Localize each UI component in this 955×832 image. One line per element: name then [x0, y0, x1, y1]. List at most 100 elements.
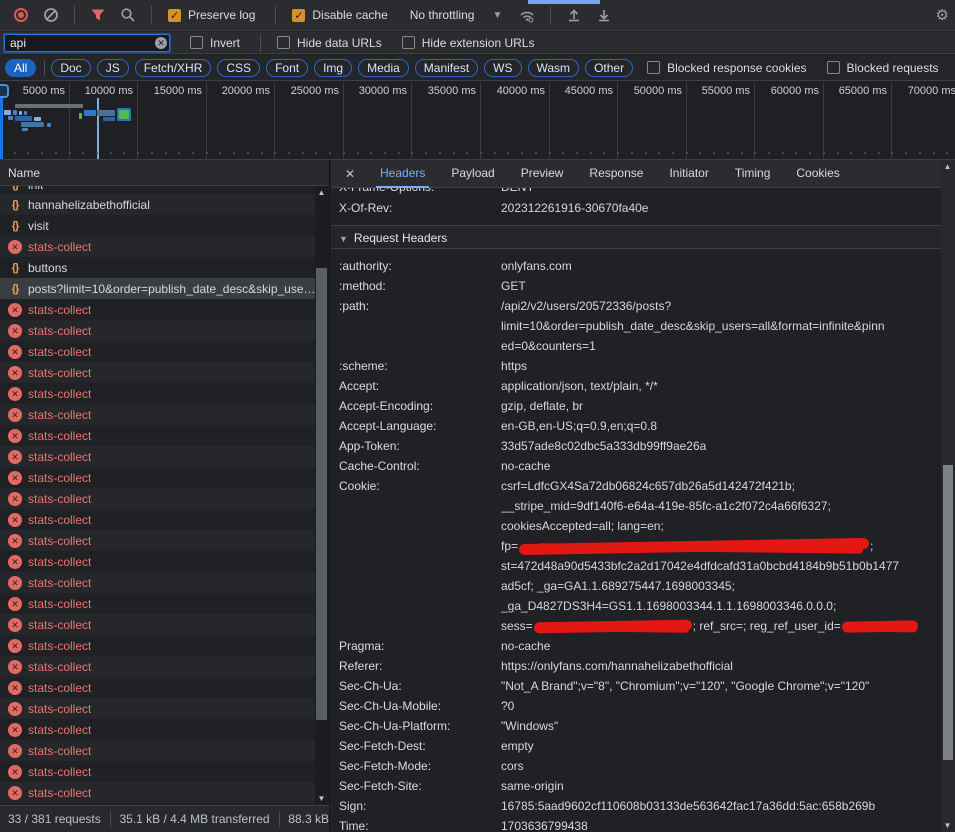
tab-timing[interactable]: Timing [731, 160, 775, 188]
request-row-stats-collect[interactable]: ✕stats-collect [0, 740, 316, 761]
tab-payload[interactable]: Payload [447, 160, 498, 188]
request-row-stats-collect[interactable]: ✕stats-collect [0, 446, 316, 467]
preserve-log-toggle[interactable]: Preserve log [168, 8, 259, 22]
tab-cookies[interactable]: Cookies [792, 160, 843, 188]
request-list-scrollbar[interactable]: ▲ ▼ [315, 186, 328, 805]
overview-minor-tick [713, 152, 715, 154]
request-row-stats-collect[interactable]: ✕stats-collect [0, 299, 316, 320]
scroll-down-icon[interactable]: ▼ [315, 794, 328, 803]
request-row-stats-collect[interactable]: ✕stats-collect [0, 236, 316, 257]
request-row-stats-collect[interactable]: ✕stats-collect [0, 488, 316, 509]
record-button[interactable] [10, 4, 32, 26]
waterfall-bar [84, 110, 96, 116]
error-icon: ✕ [8, 387, 22, 401]
tab-response[interactable]: Response [585, 160, 647, 188]
type-filter-other[interactable]: Other [585, 59, 633, 77]
hide-extension-urls-toggle[interactable]: Hide extension URLs [402, 36, 539, 50]
request-row-stats-collect[interactable]: ✕stats-collect [0, 572, 316, 593]
request-row-stats-collect[interactable]: ✕stats-collect [0, 530, 316, 551]
type-filter-img[interactable]: Img [314, 59, 352, 77]
tab-initiator[interactable]: Initiator [665, 160, 712, 188]
request-row-stats-collect[interactable]: ✕stats-collect [0, 782, 316, 803]
type-filter-wasm[interactable]: Wasm [528, 59, 580, 77]
request-row-stats-collect[interactable]: ✕stats-collect [0, 656, 316, 677]
scroll-up-icon[interactable]: ▲ [941, 162, 954, 171]
request-row-stats-collect[interactable]: ✕stats-collect [0, 551, 316, 572]
request-row-visit[interactable]: {}visit [0, 215, 316, 236]
settings-gear-icon[interactable]: ⚙ [936, 6, 949, 24]
hide-extension-urls-checkbox[interactable] [402, 36, 415, 49]
name-column-header[interactable]: Name [0, 160, 329, 186]
request-row-stats-collect[interactable]: ✕stats-collect [0, 593, 316, 614]
toggle-blocked-response-cookies[interactable]: Blocked response cookies [647, 61, 810, 75]
filter-button[interactable] [87, 4, 109, 26]
overview-gridline [480, 82, 481, 160]
network-conditions-icon [518, 7, 536, 23]
disable-cache-checkbox[interactable] [292, 9, 305, 22]
scroll-up-icon[interactable]: ▲ [315, 188, 328, 197]
overview-minor-tick [302, 152, 304, 154]
throttling-select[interactable]: No throttling ▼ [410, 8, 503, 22]
header-value: ?0 [501, 696, 941, 716]
tab-headers[interactable]: Headers [376, 160, 429, 188]
filter-search-input[interactable] [4, 34, 170, 52]
export-har-button[interactable] [593, 4, 615, 26]
request-row-stats-collect[interactable]: ✕stats-collect [0, 425, 316, 446]
type-filter-fetch-xhr[interactable]: Fetch/XHR [135, 59, 212, 77]
type-filter-doc[interactable]: Doc [51, 59, 90, 77]
request-row-stats-collect[interactable]: ✕stats-collect [0, 404, 316, 425]
detail-scrollbar[interactable]: ▲ ▼ [941, 160, 955, 832]
type-filter-css[interactable]: CSS [217, 59, 260, 77]
request-row-stats-collect[interactable]: ✕stats-collect [0, 677, 316, 698]
request-row-stats-collect[interactable]: ✕stats-collect [0, 614, 316, 635]
overview-handle[interactable] [0, 84, 9, 98]
invert-checkbox[interactable] [190, 36, 203, 49]
type-filter-all[interactable]: All [5, 59, 36, 77]
type-filter-media[interactable]: Media [358, 59, 409, 77]
type-filter-js[interactable]: JS [97, 59, 129, 77]
clear-button[interactable] [40, 4, 62, 26]
network-overview[interactable]: 5000 ms10000 ms15000 ms20000 ms25000 ms3… [0, 82, 955, 160]
request-row-stats-collect[interactable]: ✕stats-collect [0, 635, 316, 656]
toggle-blocked-requests[interactable]: Blocked requests [827, 61, 943, 75]
request-row-stats-collect[interactable]: ✕stats-collect [0, 362, 316, 383]
scrollbar-thumb[interactable] [316, 268, 327, 720]
header-value-text: ad5cf; _ga=GA1.1.689275447.1698003345; [501, 579, 735, 593]
request-row-stats-collect[interactable]: ✕stats-collect [0, 383, 316, 404]
triangle-down-icon: ▼ [339, 234, 348, 244]
scrollbar-thumb[interactable] [943, 465, 953, 760]
disable-cache-toggle[interactable]: Disable cache [292, 8, 391, 22]
request-row-stats-collect[interactable]: ✕stats-collect [0, 341, 316, 362]
tab-preview[interactable]: Preview [517, 160, 568, 188]
clear-search-icon[interactable]: ✕ [155, 37, 167, 49]
request-row-init[interactable]: {}init [0, 186, 316, 194]
waterfall-bar [79, 113, 82, 119]
hide-data-urls-toggle[interactable]: Hide data URLs [277, 36, 386, 50]
request-row-stats-collect[interactable]: ✕stats-collect [0, 761, 316, 782]
header-value-text: no-cache [501, 459, 550, 473]
request-row-stats-collect[interactable]: ✕stats-collect [0, 698, 316, 719]
request-row-stats-collect[interactable]: ✕stats-collect [0, 467, 316, 488]
waterfall-bar [13, 110, 17, 115]
invert-toggle[interactable]: Invert [190, 36, 244, 50]
overview-minor-tick [41, 152, 43, 154]
preserve-log-checkbox[interactable] [168, 9, 181, 22]
type-filter-ws[interactable]: WS [484, 59, 521, 77]
request-row-posts[interactable]: {}posts?limit=10&order=publish_date_desc… [0, 278, 316, 299]
request-row-stats-collect[interactable]: ✕stats-collect [0, 719, 316, 740]
request-headers-section[interactable]: ▼Request Headers [331, 225, 941, 249]
type-filter-manifest[interactable]: Manifest [415, 59, 478, 77]
search-button[interactable] [117, 4, 139, 26]
scroll-down-icon[interactable]: ▼ [941, 821, 954, 830]
network-conditions-button[interactable] [516, 4, 538, 26]
type-filter-font[interactable]: Font [266, 59, 308, 77]
request-row-stats-collect[interactable]: ✕stats-collect [0, 509, 316, 530]
hide-data-urls-checkbox[interactable] [277, 36, 290, 49]
import-har-button[interactable] [563, 4, 585, 26]
request-row-buttons[interactable]: {}buttons [0, 257, 316, 278]
request-row-stats-collect[interactable]: ✕stats-collect [0, 320, 316, 341]
toggle-blocked-response-cookies-checkbox[interactable] [647, 61, 660, 74]
toggle-blocked-requests-checkbox[interactable] [827, 61, 840, 74]
request-row-hannahelizabethofficial[interactable]: {}hannahelizabethofficial [0, 194, 316, 215]
close-icon[interactable]: ✕ [339, 167, 361, 181]
